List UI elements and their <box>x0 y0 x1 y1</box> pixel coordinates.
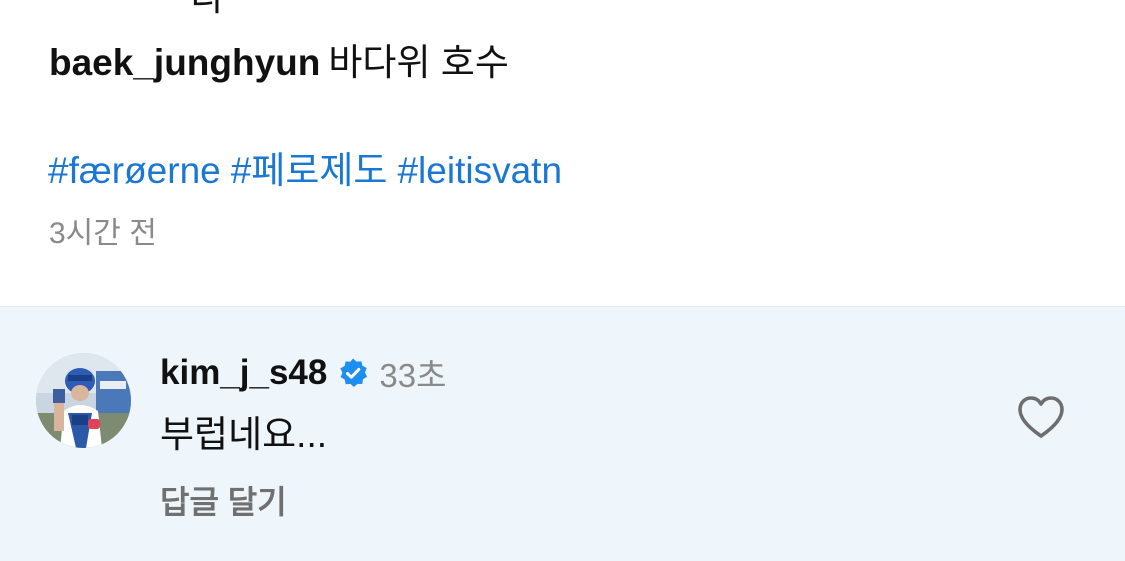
post-author-username[interactable]: baek_junghyun <box>49 42 320 83</box>
reply-button[interactable]: 답글 달기 <box>160 482 287 522</box>
verified-badge-icon <box>337 357 369 389</box>
comment-text: 부럽네요... <box>160 414 327 455</box>
post-detail-view: 디 baek_junghyun바다위 호수 #færøerne#페로제도#lei… <box>0 0 1125 561</box>
caption-text: 바다위 호수 <box>328 42 509 83</box>
post-timestamp: 3시간 전 <box>49 217 157 250</box>
comment-item: kim_j_s48 33초 부럽네요... 답글 달기 <box>0 307 1125 561</box>
clipped-text-fragment: 디 <box>190 0 223 18</box>
hashtag-link[interactable]: #færøerne <box>48 150 221 191</box>
avatar[interactable] <box>36 353 131 448</box>
hashtag-link[interactable]: #leitisvatn <box>397 150 562 191</box>
avatar-photo <box>36 353 131 448</box>
comment-author-username[interactable]: kim_j_s48 <box>160 353 327 393</box>
hashtag-list: #færøerne #페로제도 #leitisvatn <box>48 146 572 196</box>
post-caption-section: 디 baek_junghyun바다위 호수 #færøerne#페로제도#lei… <box>0 0 1125 306</box>
caption-line: baek_junghyun 바다위 호수 <box>49 38 509 88</box>
heart-outline-icon <box>1018 396 1064 438</box>
hashtag-link[interactable]: #페로제도 <box>231 150 388 191</box>
comment-header: kim_j_s48 33초 <box>160 351 446 395</box>
like-button[interactable] <box>1012 391 1070 443</box>
comment-timestamp: 33초 <box>379 357 447 394</box>
